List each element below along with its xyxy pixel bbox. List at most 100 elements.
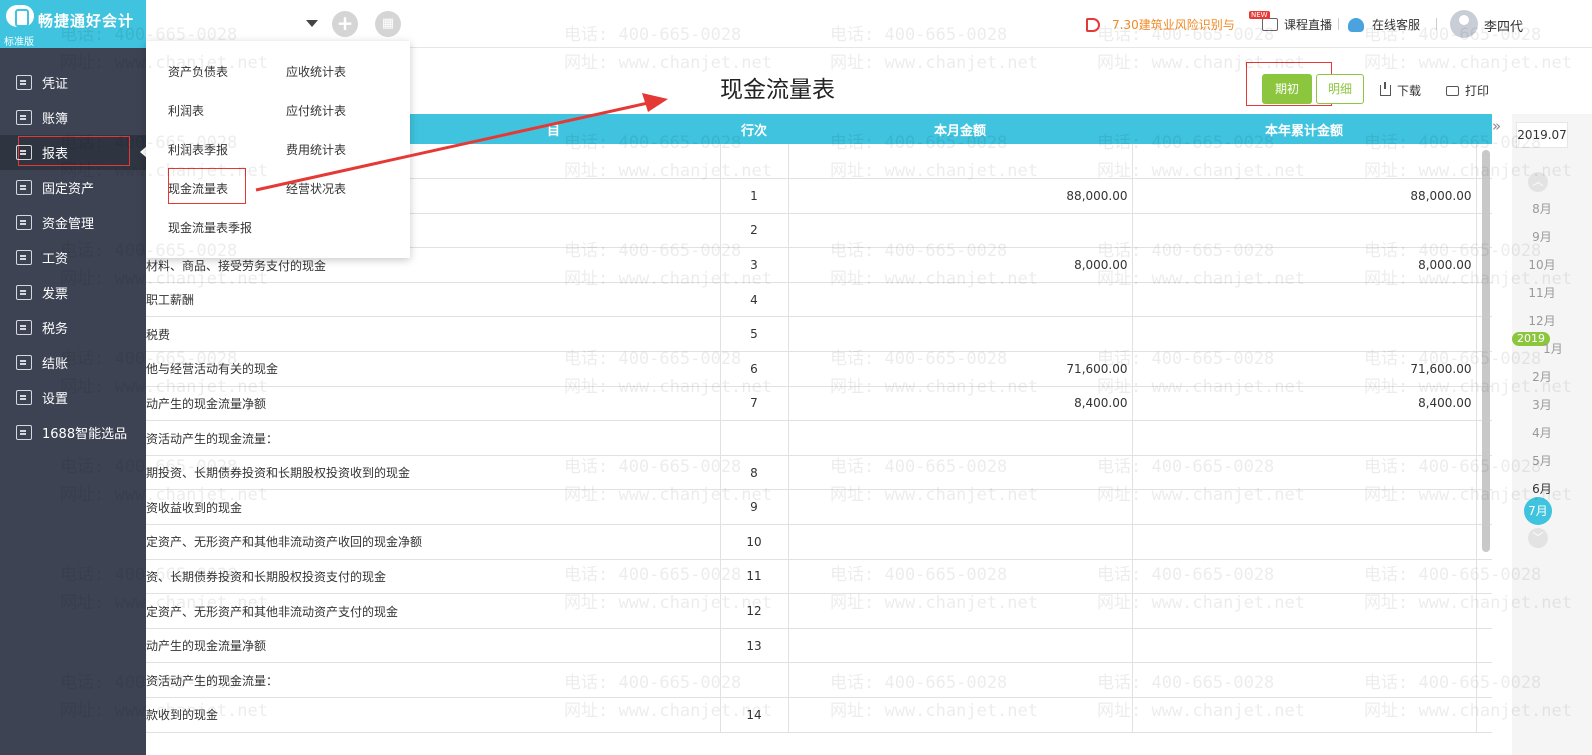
add-button[interactable]: +: [332, 11, 358, 37]
timeline-month[interactable]: 11月: [1512, 284, 1572, 301]
cell-item: 动产生的现金流量净额: [146, 386, 721, 422]
menu-item-income-statement[interactable]: 利润表: [168, 102, 204, 119]
timeline-month[interactable]: 4月: [1512, 424, 1572, 441]
table-row[interactable]: 定资产、无形资产和其他非流动资产收回的现金净额 10: [146, 524, 1492, 560]
sidebar-item-label: 账簿: [42, 112, 69, 127]
menu-item-cash-flow-quarterly[interactable]: 现金流量表季报: [168, 219, 252, 236]
username[interactable]: 李四代: [1484, 16, 1523, 35]
column-header-month: 本月金额: [788, 114, 1132, 144]
print-button[interactable]: 打印: [1446, 82, 1489, 99]
cell-line: 2: [720, 213, 789, 249]
highlight-box: [18, 136, 130, 166]
timeline-month[interactable]: 10月: [1512, 256, 1572, 273]
cell-year: 8,000.00: [1132, 247, 1477, 283]
cell-year: 71,600.00: [1132, 351, 1477, 387]
sidebar-item-settings[interactable]: 设置: [0, 380, 146, 415]
cloud-logo-icon: [6, 5, 34, 27]
cell-year: [1132, 282, 1477, 318]
course-live-link[interactable]: 课程直播: [1249, 11, 1332, 33]
sidebar-item-tax[interactable]: 税务: [0, 310, 146, 345]
cell-spacer: [1476, 628, 1492, 664]
avatar[interactable]: [1450, 10, 1478, 38]
grid-apps-icon[interactable]: ▦: [375, 11, 401, 37]
watermark-site: 网址: www.chanjet.net: [830, 53, 1038, 73]
table-row[interactable]: 资活动产生的现金流量：: [146, 662, 1492, 698]
cell-month: [788, 524, 1133, 560]
double-chevron-right-icon[interactable]: »: [1492, 117, 1501, 135]
timeline-month[interactable]: 3月: [1512, 396, 1572, 413]
sidebar-item-report[interactable]: 报表: [0, 135, 147, 170]
detail-button[interactable]: 明细: [1316, 74, 1364, 104]
cell-month: 8,400.00: [788, 386, 1133, 422]
cell-item: 定资产、无形资产和其他非流动资产收回的现金净额: [146, 524, 721, 560]
table-row[interactable]: 期投资、长期债券投资和长期股权投资收到的现金 8: [146, 455, 1492, 491]
timeline-selected-month[interactable]: 7月: [1524, 497, 1552, 525]
table-row[interactable]: 资、长期债券投资和长期股权投资支付的现金 11: [146, 559, 1492, 595]
notice-link[interactable]: 7.30建筑业风险识别与: [1086, 16, 1235, 33]
sidebar-item-label: 固定资产: [42, 182, 95, 197]
table-row[interactable]: 税费 5: [146, 316, 1492, 353]
download-icon: [1380, 82, 1391, 96]
app-logo[interactable]: 畅捷通好会计 标准版: [0, 0, 146, 48]
table-row[interactable]: 动产生的现金流量净额 7 8,400.00 8,400.00: [146, 386, 1492, 422]
cell-line: [720, 662, 789, 698]
cell-line: 8: [720, 455, 789, 491]
cell-line: 3: [720, 247, 789, 283]
timeline-month[interactable]: 8月: [1512, 200, 1572, 217]
table-row[interactable]: 动产生的现金流量净额 13: [146, 628, 1492, 664]
sidebar-item-ledger[interactable]: 账簿: [0, 100, 146, 135]
cell-line: 6: [720, 351, 789, 387]
timeline-month[interactable]: 1月: [1534, 340, 1572, 357]
table-row[interactable]: 资活动产生的现金流量：: [146, 420, 1492, 456]
chevron-up-icon[interactable]: ︿: [1528, 172, 1548, 192]
download-label: 下载: [1397, 84, 1422, 98]
sidebar-item-invoice[interactable]: 发票: [0, 275, 146, 310]
page-title: 现金流量表: [720, 77, 835, 103]
cell-item: 定资产、无形资产和其他非流动资产支付的现金: [146, 593, 721, 629]
scrollbar[interactable]: [1482, 150, 1490, 552]
tax-icon: [16, 320, 32, 335]
cell-month: 71,600.00: [788, 351, 1133, 387]
online-service-link[interactable]: 在线客服: [1348, 16, 1420, 33]
timeline-month[interactable]: 5月: [1512, 452, 1572, 469]
timeline-month[interactable]: 9月: [1512, 228, 1572, 245]
report-chart-icon: [16, 145, 32, 160]
download-button[interactable]: 下载: [1380, 82, 1421, 99]
menu-item-income-quarterly[interactable]: 利润表季报: [168, 141, 228, 158]
sidebar-item-voucher[interactable]: 凭证: [0, 65, 146, 100]
sidebar-item-salary[interactable]: 工资: [0, 240, 146, 275]
table-row[interactable]: 定资产、无形资产和其他非流动资产支付的现金 12: [146, 593, 1492, 629]
menu-item-expense-stats[interactable]: 费用统计表: [286, 141, 346, 158]
opening-balance-button[interactable]: 期初: [1262, 74, 1312, 104]
sidebar-item-1688[interactable]: 1688智能选品: [0, 415, 146, 450]
edition-label: 标准版: [4, 37, 34, 48]
sidebar-item-fixed-asset[interactable]: 固定资产: [0, 170, 146, 205]
sidebar-item-fund[interactable]: 资金管理: [0, 205, 146, 240]
menu-item-payable-stats[interactable]: 应付统计表: [286, 102, 346, 119]
cell-spacer: [1476, 662, 1492, 698]
menu-item-operating-status[interactable]: 经营状况表: [286, 180, 346, 197]
table-row[interactable]: 资收益收到的现金 9: [146, 489, 1492, 526]
sidebar-item-label: 发票: [42, 287, 69, 302]
current-period: 2019.07: [1516, 122, 1568, 148]
cell-month: [788, 420, 1133, 456]
table-row[interactable]: 职工薪酬 4: [146, 282, 1492, 318]
cell-line: 5: [720, 316, 789, 353]
timeline-month[interactable]: 2月: [1512, 368, 1572, 385]
cell-year: [1132, 628, 1477, 664]
cell-item: 他与经营活动有关的现金: [146, 351, 721, 387]
cell-month: [788, 593, 1133, 629]
timeline-month[interactable]: 6月: [1512, 480, 1572, 497]
cell-month: [788, 144, 1133, 180]
menu-item-balance-sheet[interactable]: 资产负债表: [168, 63, 228, 80]
menu-item-receivable-stats[interactable]: 应收统计表: [286, 63, 346, 80]
table-row[interactable]: 他与经营活动有关的现金 6 71,600.00 71,600.00: [146, 351, 1492, 387]
ledger-icon: [16, 110, 32, 125]
cell-item: 税费: [146, 316, 721, 353]
chevron-down-icon[interactable]: ﹀: [1528, 528, 1548, 548]
timeline-month[interactable]: 12月: [1512, 312, 1572, 329]
cell-month: [788, 316, 1133, 353]
sidebar-item-close-account[interactable]: 结账: [0, 345, 146, 380]
table-row[interactable]: 款收到的现金 14: [146, 697, 1492, 733]
chevron-down-icon[interactable]: [306, 20, 318, 27]
